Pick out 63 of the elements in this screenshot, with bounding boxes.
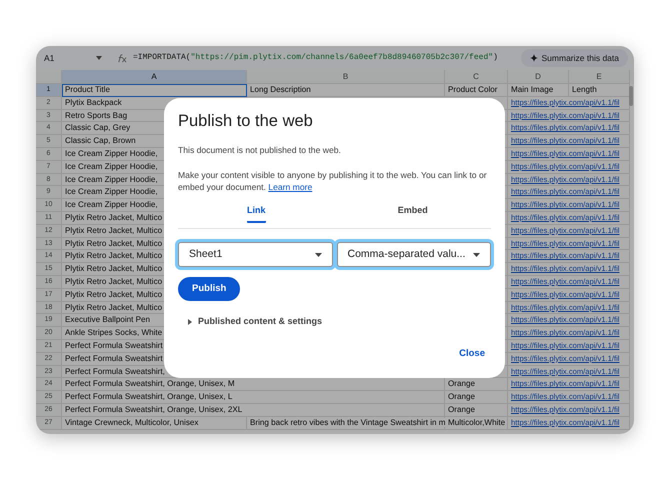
dropdown[interactable]: Comma-separated valu... [336,242,491,267]
formula-text[interactable]: =IMPORTDATA("https://pim.plytix.com/channels/6a0eef7b8d89460705b2c307/feed") [133,52,515,64]
column-header[interactable]: E [569,70,630,84]
column-header[interactable]: C [445,70,508,84]
table-cell: Vintage Crewneck, Multicolor, Unisex [65,418,200,427]
column-header[interactable]: A [62,70,247,84]
summarize-button[interactable]: Summarize this data [520,48,628,68]
status-text: This document is not published to the web. [178,144,342,156]
table-cell: Plytix Backpack [65,98,123,107]
table-cell: Main Image [511,85,554,94]
publish-button[interactable]: Publish [178,277,240,302]
caret-icon [473,252,480,256]
table-cell: Ice Cream Zipper Hoodie, [65,174,159,184]
select-all-corner[interactable] [36,70,62,84]
caret-icon [188,319,192,325]
table-cell: Multicolor,White [448,418,506,427]
table-cell: Long Description [250,85,312,94]
table-cell: Orange [448,392,476,402]
tab[interactable]: Embed [334,202,491,228]
dropdown[interactable]: Sheet1 [178,242,332,267]
table-cell: Ice Cream Zipper Hoodie, [65,162,159,171]
table-cell: Perfect Formula Sweatshirt, Orange, Unisex, 2XL [65,404,244,414]
table-cell: Plytix Retro Jacket, Multico [65,251,164,260]
table-cell: Plytix Retro Jacket, Multico [65,212,164,222]
settings-toggle[interactable]: Published content & settings [178,315,322,329]
table-cell: Bring back retro vibes with the Vintage Sweatshirt in m [250,418,447,427]
column-header[interactable]: B [247,70,445,84]
caret-icon [96,56,102,60]
description-text: Make your content visible to anyone by publishing it to the web. You can link to or embed your document. Learn more [178,168,488,194]
column-header[interactable]: D [508,70,569,84]
table-cell: Orange [448,404,476,414]
function-icon [116,54,127,62]
cell-reference[interactable]: A1 [44,52,90,64]
table-cell: Plytix Retro Jacket, Multico [65,226,164,235]
scrollbar-thumb[interactable] [629,86,633,106]
table-cell: Plytix Retro Jacket, Multico [65,276,164,286]
table-cell: Perfect Formula Sweatshirt, [65,366,166,376]
sparkle-icon [530,54,538,62]
table-cell: Classic Cap, Grey [65,123,132,132]
table-cell: Product Title [65,85,111,94]
table-cell: Perfect Formula Sweatshirt, Orange, Unisex, M [65,379,236,388]
table-cell: Orange [448,379,476,388]
table-cell: Plytix Retro Jacket, Multico [65,290,164,299]
close-button[interactable]: Close [453,344,491,364]
dialog-title: Publish to the web [178,111,314,132]
table-cell: Ice Cream Zipper Hoodie, [65,187,159,196]
table-cell: Plytix Retro Jacket, Multico [65,238,164,248]
table-cell: Plytix Retro Jacket, Multico [65,302,164,312]
table-cell: Executive Ballpoint Pen [65,315,152,324]
table-cell: Ice Cream Zipper Hoodie, [65,148,159,158]
table-cell: Plytix Retro Jacket, Multico [65,264,164,274]
table-cell: Retro Sports Bag [65,110,128,120]
table-cell: Perfect Formula Sweatshirt [65,340,164,350]
table-cell: Product Color [448,85,498,94]
caret-icon [314,252,322,256]
table-cell: Length [572,85,598,94]
table-cell: Perfect Formula Sweatshirt, Orange, Unisex, L [65,392,234,402]
table-cell: Ankle Stripes Socks, White [65,328,164,338]
table-cell: Ice Cream Zipper Hoodie, [65,200,159,210]
tab[interactable]: Link [178,202,334,228]
learn-more-link[interactable]: Learn more [268,182,312,192]
table-cell: Classic Cap, Brown [65,136,137,146]
table-cell: Perfect Formula Sweatshirt [65,354,164,363]
